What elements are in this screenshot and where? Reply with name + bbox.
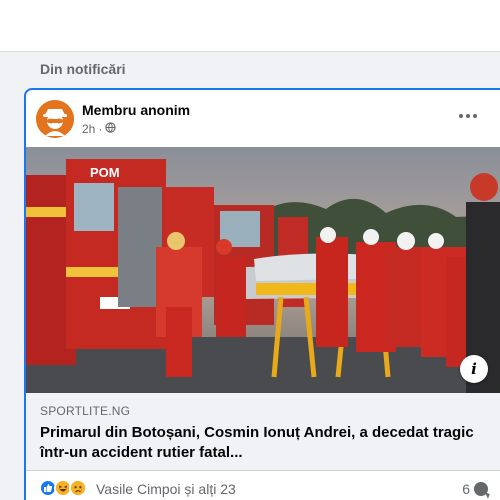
info-icon[interactable]: i (460, 355, 488, 383)
reaction-icons[interactable] (39, 479, 87, 497)
post-image[interactable]: POM i (26, 147, 500, 393)
link-title[interactable]: Primarul din Botoșani, Cosmin Ionuț Andr… (40, 423, 480, 463)
post-time[interactable]: 2h (82, 122, 95, 136)
reactions-bar: Vasile Cimpoi și alți 23 6 (26, 471, 500, 500)
post-header: Membru anonim 2h · (26, 90, 500, 146)
comment-count-value: 6 (462, 481, 470, 497)
link-domain: SPORTLITE.NG (40, 404, 131, 418)
post-card[interactable]: Membru anonim 2h · POM i SPORTLITE.NG Pr… (24, 88, 500, 500)
meta-separator: · (98, 122, 103, 136)
sad-icon (69, 479, 87, 497)
anonymous-member-icon[interactable] (36, 100, 74, 138)
comment-count[interactable]: 6 (462, 481, 488, 497)
post-meta: 2h · (82, 122, 117, 136)
more-horizontal-icon[interactable] (456, 104, 480, 128)
top-bar (0, 0, 500, 52)
van-label: POM (90, 165, 120, 180)
post-author[interactable]: Membru anonim (82, 102, 190, 118)
section-label: Din notificări (40, 61, 126, 77)
reaction-names[interactable]: Vasile Cimpoi și alți 23 (96, 481, 236, 497)
globe-icon (105, 122, 117, 136)
link-preview[interactable]: SPORTLITE.NG Primarul din Botoșani, Cosm… (26, 393, 500, 471)
comment-icon (474, 482, 488, 496)
